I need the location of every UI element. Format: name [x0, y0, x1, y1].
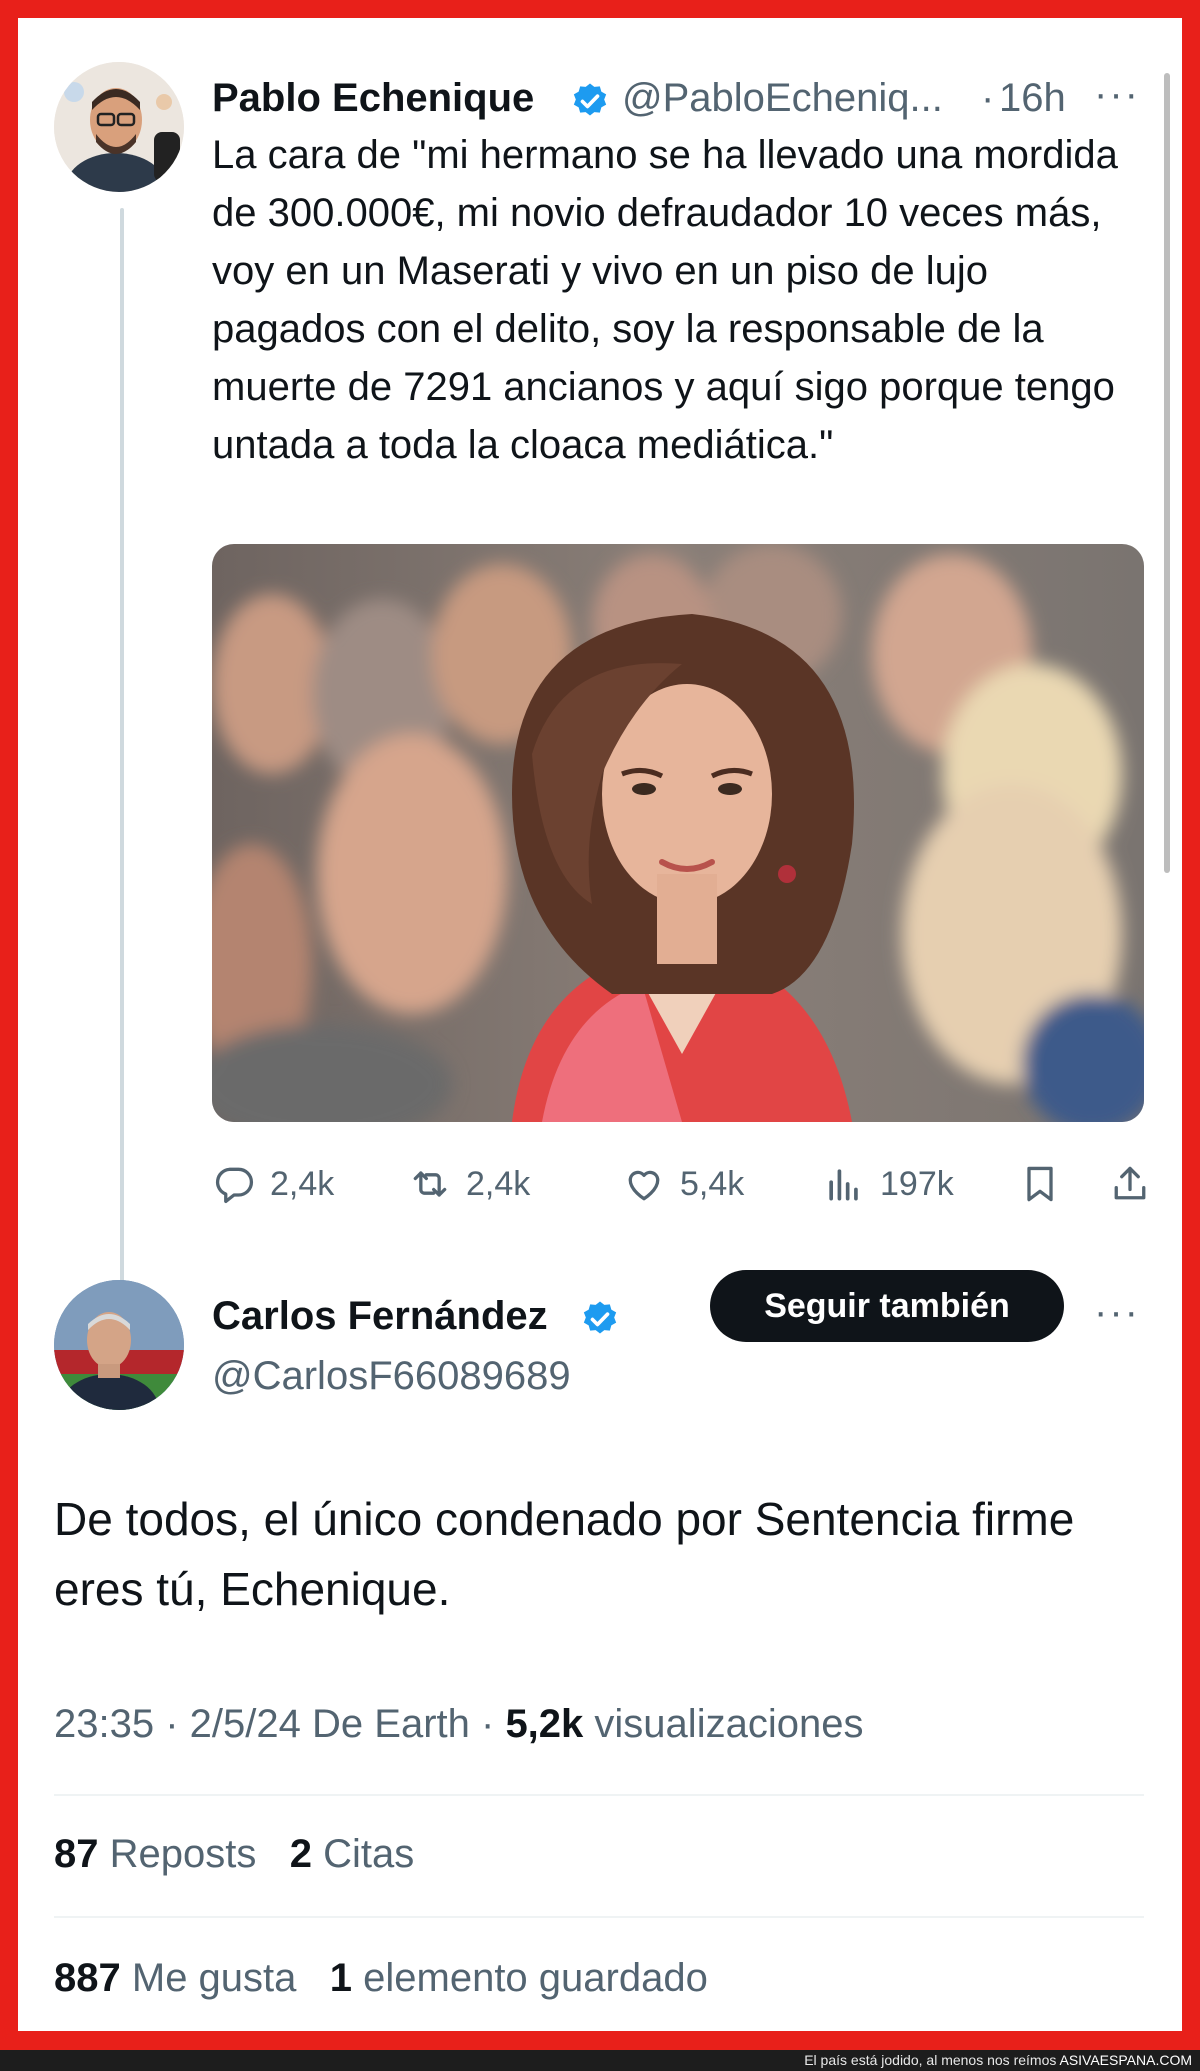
repost-count: 2,4k: [466, 1164, 531, 1203]
more-options-icon[interactable]: ···: [1094, 1290, 1140, 1335]
reposts-quotes-row: 87 Reposts 2 Citas: [54, 1832, 414, 1877]
reply-date[interactable]: 2/5/24: [190, 1702, 301, 1746]
likes-count: 887: [54, 1956, 121, 2000]
bookmarks-label: elemento guardado: [363, 1956, 708, 2000]
reply-icon: [215, 1167, 254, 1204]
footer-brand[interactable]: ASIVAESPANA.COM: [1059, 2052, 1192, 2068]
reposts-count: 87: [54, 1832, 99, 1876]
footer-caption: El país está jodido, al menos nos reímos: [804, 2052, 1057, 2068]
reply-author-name[interactable]: Carlos Fernández: [212, 1294, 548, 1339]
reply-meta: 23:35 · 2/5/24 De Earth · 5,2k visualiza…: [54, 1702, 863, 1747]
share-action[interactable]: [1108, 1156, 1166, 1212]
tweet-actions: 2,4k 2,4k 5,4k 197k: [212, 1156, 1152, 1212]
tweet-media-image[interactable]: [212, 544, 1144, 1122]
tweet-time[interactable]: 16h: [999, 76, 1066, 121]
quotes-stat[interactable]: 2 Citas: [290, 1832, 415, 1876]
bookmarks-stat[interactable]: 1 elemento guardado: [330, 1956, 708, 2000]
heart-icon: [628, 1170, 660, 1201]
like-count: 5,4k: [680, 1164, 745, 1203]
author-name[interactable]: Pablo Echenique: [212, 76, 534, 121]
reply-author-handle[interactable]: @CarlosF66089689: [212, 1354, 571, 1399]
reposts-stat[interactable]: 87 Reposts: [54, 1832, 256, 1876]
author-handle[interactable]: @PabloEcheniq...: [622, 76, 943, 121]
avatar-portrait-icon: [54, 62, 184, 192]
photo-woman-crowd-icon: [212, 544, 1144, 1122]
watermark-footer: El país está jodido, al menos nos reímos…: [0, 2050, 1200, 2071]
repost-icon: [413, 1171, 447, 1197]
reply-action[interactable]: 2,4k: [212, 1156, 334, 1212]
reply-source: De Earth: [312, 1702, 470, 1746]
repost-action[interactable]: 2,4k: [408, 1156, 530, 1212]
bookmark-action[interactable]: [1018, 1156, 1076, 1212]
like-action[interactable]: 5,4k: [622, 1156, 744, 1212]
reply-time[interactable]: 23:35: [54, 1702, 154, 1746]
reply-count: 2,4k: [270, 1164, 335, 1203]
separator-dot: ·: [165, 1702, 190, 1746]
quotes-label: Citas: [323, 1832, 415, 1876]
reply-text: De todos, el único condenado por Sentenc…: [54, 1493, 1075, 1615]
scrollbar[interactable]: [1164, 73, 1170, 873]
likes-bookmarks-row: 887 Me gusta 1 elemento guardado: [54, 1956, 708, 2001]
reply-views-label: visualizaciones: [594, 1702, 864, 1746]
reply-avatar[interactable]: [54, 1280, 184, 1410]
likes-stat[interactable]: 887 Me gusta: [54, 1956, 296, 2000]
separator-dot: ·: [981, 76, 995, 120]
verified-badge-icon: [573, 83, 607, 116]
reposts-label: Reposts: [109, 1832, 257, 1876]
bookmark-icon: [1027, 1166, 1053, 1202]
divider: [54, 1794, 1144, 1796]
divider: [54, 1916, 1144, 1918]
tweet-text: La cara de "mi hermano se ha llevado una…: [212, 133, 1118, 467]
analytics-icon: [829, 1169, 858, 1201]
quotes-count: 2: [289, 1832, 312, 1876]
bookmarks-count: 1: [329, 1956, 352, 2000]
likes-label: Me gusta: [131, 1956, 297, 2000]
views-count: 197k: [880, 1164, 954, 1203]
follow-button[interactable]: Seguir también: [710, 1270, 1064, 1342]
screenshot-card: Pablo Echenique @PabloEcheniq... · 16h ·…: [18, 18, 1182, 2031]
avatar-portrait-icon: [54, 1280, 184, 1410]
thread-connector-line: [120, 208, 124, 1288]
verified-badge-icon: [583, 1301, 617, 1334]
more-options-icon[interactable]: ···: [1094, 72, 1140, 117]
share-icon: [1114, 1166, 1146, 1200]
views-action[interactable]: 197k: [822, 1156, 954, 1212]
reply-views-count: 5,2k: [505, 1702, 584, 1746]
separator-dot: ·: [481, 1702, 506, 1746]
avatar[interactable]: [54, 62, 184, 192]
